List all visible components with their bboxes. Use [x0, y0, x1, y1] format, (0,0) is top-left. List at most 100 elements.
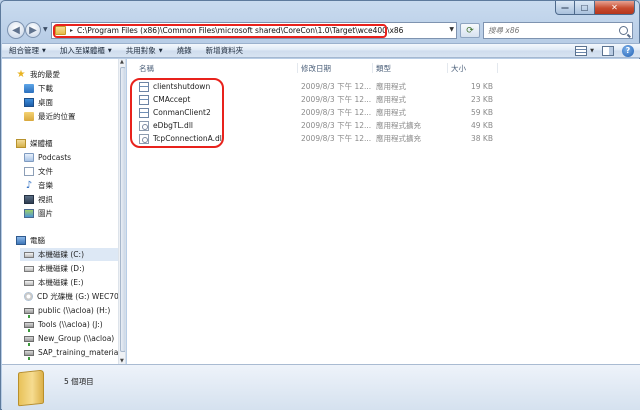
- tree-item-cd-drive[interactable]: CD 光碟機 (G:) WEC70: [24, 290, 119, 303]
- scrollbar-thumb[interactable]: [120, 67, 125, 352]
- include-in-library-button[interactable]: 加入至媒體櫃 ▼: [53, 45, 119, 56]
- column-divider[interactable]: [372, 63, 373, 73]
- maximize-button[interactable]: □: [575, 1, 595, 15]
- tree-item-pictures[interactable]: 圖片: [24, 207, 53, 220]
- tree-item-label: SAP_training_material: [38, 348, 121, 357]
- dll-file-icon: [139, 134, 149, 144]
- address-bar[interactable]: ▸ C:\Program Files (x86)\Common Files\mi…: [51, 22, 457, 39]
- tree-item-desktop[interactable]: 桌面: [24, 96, 53, 109]
- help-icon[interactable]: ?: [622, 44, 634, 57]
- recent-places-icon: [24, 112, 34, 121]
- organize-button[interactable]: 組合管理 ▼: [2, 45, 53, 56]
- music-icon: ♪: [25, 180, 33, 191]
- tree-item-podcasts[interactable]: Podcasts: [24, 151, 71, 164]
- back-button[interactable]: ◀: [7, 21, 25, 39]
- file-date: 2009/8/3 下午 12...: [301, 95, 372, 104]
- file-row[interactable]: eDbgTL.dll 2009/8/3 下午 12... 應用程式擴充 49 K…: [127, 119, 640, 132]
- hard-drive-icon: [24, 251, 34, 258]
- column-header-name[interactable]: 名稱: [139, 63, 154, 74]
- tree-item-documents[interactable]: 文件: [24, 165, 53, 178]
- file-size: 19 KB: [471, 82, 493, 91]
- tree-libraries[interactable]: 媒體櫃: [16, 137, 53, 150]
- share-with-label: 共用對象: [125, 46, 156, 55]
- scroll-up-icon[interactable]: ▲: [120, 59, 124, 65]
- application-icon: [139, 82, 149, 92]
- new-folder-button[interactable]: 新增資料夾: [199, 45, 251, 56]
- column-divider[interactable]: [447, 63, 448, 73]
- tree-item-label: 桌面: [38, 98, 53, 107]
- file-type: 應用程式: [376, 82, 406, 91]
- tree-item-drive-c[interactable]: 本機磁碟 (C:): [20, 248, 118, 261]
- address-path[interactable]: C:\Program Files (x86)\Common Files\micr…: [77, 26, 403, 35]
- tree-item-label: 下載: [38, 84, 53, 93]
- address-dropdown-icon[interactable]: ▼: [449, 26, 454, 33]
- include-in-library-label: 加入至媒體櫃: [59, 46, 105, 55]
- navigation-scrollbar[interactable]: ▲ ▼: [118, 59, 125, 364]
- search-icon[interactable]: [619, 26, 628, 35]
- navigation-pane: ★ 我的最愛 下載 桌面 最近的位置 媒體櫃 Podcasts 文件 ♪ 音樂 …: [2, 59, 126, 364]
- tree-item-network-h[interactable]: public (\\acloa) (H:): [24, 304, 110, 318]
- tree-item-drive-e[interactable]: 本機磁碟 (E:): [24, 276, 84, 289]
- chevron-down-icon: ▼: [42, 47, 46, 54]
- file-row[interactable]: clientshutdown 2009/8/3 下午 12... 應用程式 19…: [127, 80, 640, 93]
- desktop-icon: [24, 98, 34, 107]
- column-header-date[interactable]: 修改日期: [301, 63, 331, 74]
- application-icon: [139, 95, 149, 105]
- tree-item-label: Tools (\\acloa) (J:): [38, 320, 103, 329]
- tree-libraries-label: 媒體櫃: [30, 139, 53, 148]
- tree-computer-label: 電腦: [30, 236, 45, 245]
- file-date: 2009/8/3 下午 12...: [301, 134, 372, 143]
- tree-item-videos[interactable]: 視訊: [24, 193, 53, 206]
- column-header-type[interactable]: 類型: [376, 63, 391, 74]
- tree-item-label: New_Group (\\acloa): [38, 334, 115, 343]
- file-name: CMAccept: [153, 95, 191, 104]
- navigation-bar: ◀ ▶ ▼ ▸ C:\Program Files (x86)\Common Fi…: [1, 19, 640, 41]
- preview-pane-icon[interactable]: [602, 45, 614, 56]
- file-name: ConmanClient2: [153, 108, 211, 117]
- minimize-button[interactable]: —: [555, 1, 575, 15]
- hard-drive-icon: [24, 279, 34, 286]
- tree-item-network-sap[interactable]: SAP_training_material: [24, 346, 121, 360]
- change-view-icon[interactable]: [575, 45, 588, 56]
- tree-favorites[interactable]: ★ 我的最愛: [16, 68, 60, 81]
- column-header-size[interactable]: 大小: [451, 63, 466, 74]
- tree-computer[interactable]: 電腦: [16, 234, 45, 247]
- share-with-button[interactable]: 共用對象 ▼: [119, 45, 170, 56]
- view-options-dropdown[interactable]: ▼: [590, 48, 594, 54]
- file-date: 2009/8/3 下午 12...: [301, 108, 372, 117]
- tree-item-network-j[interactable]: Tools (\\acloa) (J:): [24, 318, 103, 332]
- refresh-button[interactable]: ⟳: [460, 23, 480, 38]
- tree-item-network-newgroup[interactable]: New_Group (\\acloa): [24, 332, 115, 346]
- file-row[interactable]: ConmanClient2 2009/8/3 下午 12... 應用程式 59 …: [127, 106, 640, 119]
- back-arrow-icon: ◀: [12, 24, 20, 36]
- tree-favorites-label: 我的最愛: [30, 70, 60, 79]
- search-input[interactable]: [488, 26, 613, 35]
- file-row[interactable]: TcpConnectionA.dll 2009/8/3 下午 12... 應用程…: [127, 132, 640, 145]
- network-drive-icon: [24, 307, 34, 318]
- tree-item-label: 最近的位置: [38, 112, 76, 121]
- column-divider[interactable]: [497, 63, 498, 73]
- recent-pages-dropdown[interactable]: ▼: [43, 26, 49, 34]
- tree-item-downloads[interactable]: 下載: [24, 82, 53, 95]
- refresh-icon: ⟳: [466, 25, 474, 36]
- close-button[interactable]: ✕: [595, 1, 635, 15]
- folder-icon: [18, 369, 44, 407]
- tree-item-music[interactable]: ♪ 音樂: [24, 179, 53, 192]
- file-size: 49 KB: [471, 121, 493, 130]
- documents-icon: [24, 167, 34, 176]
- file-row[interactable]: CMAccept 2009/8/3 下午 12... 應用程式 23 KB: [127, 93, 640, 106]
- forward-button[interactable]: ▶: [25, 22, 41, 38]
- tree-item-drive-d[interactable]: 本機磁碟 (D:): [24, 262, 85, 275]
- burn-button[interactable]: 燒錄: [170, 45, 199, 56]
- tree-item-recent-places[interactable]: 最近的位置: [24, 110, 76, 123]
- cd-drive-icon: [24, 292, 33, 301]
- network-drive-icon: [24, 321, 34, 332]
- column-divider[interactable]: [297, 63, 298, 73]
- file-size: 23 KB: [471, 95, 493, 104]
- forward-arrow-icon: ▶: [29, 24, 37, 36]
- command-bar: 組合管理 ▼ 加入至媒體櫃 ▼ 共用對象 ▼ 燒錄 新增資料夾 ▼ ?: [2, 43, 640, 58]
- search-box[interactable]: [483, 22, 633, 39]
- item-count: 5 個項目: [64, 377, 94, 386]
- tree-item-label: 本機磁碟 (C:): [38, 250, 84, 259]
- breadcrumb-chevron-icon[interactable]: ▸: [70, 27, 73, 34]
